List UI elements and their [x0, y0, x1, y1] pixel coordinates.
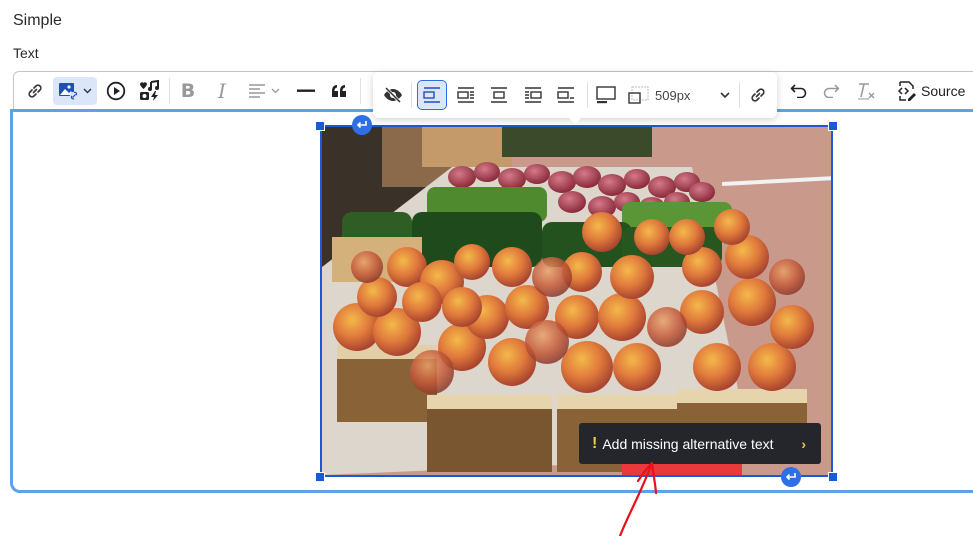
- image-inline-button[interactable]: [417, 80, 447, 110]
- chevron-down-icon: [271, 88, 280, 94]
- resize-handle-bottom-left[interactable]: [315, 472, 325, 482]
- image-inline-icon: [423, 87, 441, 103]
- remove-format-icon: [856, 82, 876, 100]
- link-button[interactable]: [22, 77, 48, 105]
- horizontal-line-button[interactable]: [292, 77, 320, 105]
- page-title: Simple: [13, 12, 62, 29]
- redo-icon: [822, 84, 840, 98]
- toolbar-separator: [411, 82, 412, 108]
- wrap-left-button[interactable]: [452, 80, 480, 110]
- wrap-right-icon: [524, 87, 542, 103]
- source-code-icon: [895, 80, 917, 102]
- bold-icon: B: [180, 80, 196, 102]
- insert-paragraph-before-button[interactable]: [352, 115, 372, 135]
- play-circle-icon: [106, 81, 126, 101]
- toolbar-separator: [169, 78, 170, 104]
- eye-slash-icon: [383, 87, 403, 103]
- return-arrow-icon: [785, 472, 797, 482]
- align-block-left-button[interactable]: [552, 80, 580, 110]
- source-label: Source: [921, 83, 966, 99]
- toggle-decorative-button[interactable]: [380, 80, 406, 110]
- horizontal-line-icon: [297, 89, 315, 93]
- insert-paragraph-after-button[interactable]: [781, 467, 801, 487]
- media-icon: [138, 80, 160, 102]
- break-text-button[interactable]: [485, 80, 513, 110]
- source-button[interactable]: Source: [895, 77, 973, 105]
- toolbar-separator: [587, 82, 588, 108]
- field-label: Text: [13, 45, 39, 61]
- toolbar-separator: [739, 82, 740, 108]
- image-link-icon: [58, 81, 80, 101]
- align-left-icon: [248, 83, 266, 99]
- toolbar-separator: [360, 78, 361, 104]
- resize-handle-bottom-right[interactable]: [828, 472, 838, 482]
- redo-button[interactable]: [818, 77, 844, 105]
- align-block-left-icon: [557, 87, 575, 103]
- text-alignment-dropdown[interactable]: [242, 77, 286, 105]
- toolbar-pointer: [569, 118, 581, 124]
- link-image-button[interactable]: [744, 80, 772, 110]
- image-toolbar: 509px: [373, 72, 777, 124]
- remove-format-button[interactable]: [853, 77, 879, 105]
- italic-icon: I: [218, 79, 226, 103]
- link-icon: [26, 82, 44, 100]
- media-library-button[interactable]: [135, 77, 163, 105]
- insert-image-button[interactable]: [53, 77, 97, 105]
- wrap-right-button[interactable]: [519, 80, 547, 110]
- link-icon: [749, 86, 767, 104]
- return-arrow-icon: [356, 120, 368, 130]
- insert-media-button[interactable]: [102, 77, 130, 105]
- resize-value: 509px: [655, 87, 691, 103]
- quote-icon: [331, 84, 347, 98]
- block-quote-button[interactable]: [326, 77, 352, 105]
- chevron-down-icon: [83, 88, 92, 94]
- toggle-caption-button[interactable]: [592, 80, 620, 110]
- bold-button[interactable]: B: [175, 77, 201, 105]
- resize-dropdown[interactable]: 509px: [626, 80, 736, 110]
- resize-handle-top-right[interactable]: [828, 121, 838, 131]
- annotation-arrow: [618, 461, 658, 536]
- resize-handle-top-left[interactable]: [315, 121, 325, 131]
- undo-button[interactable]: [786, 77, 812, 105]
- resize-icon: [628, 86, 650, 104]
- chevron-right-icon: ›: [801, 435, 806, 452]
- warning-icon: !: [592, 434, 598, 452]
- undo-icon: [790, 84, 808, 98]
- chevron-down-icon: [720, 91, 730, 99]
- caption-icon: [596, 86, 616, 104]
- wrap-left-icon: [457, 87, 475, 103]
- break-text-icon: [490, 87, 508, 103]
- italic-button[interactable]: I: [209, 77, 235, 105]
- alt-text-label: Add missing alternative text: [602, 435, 774, 452]
